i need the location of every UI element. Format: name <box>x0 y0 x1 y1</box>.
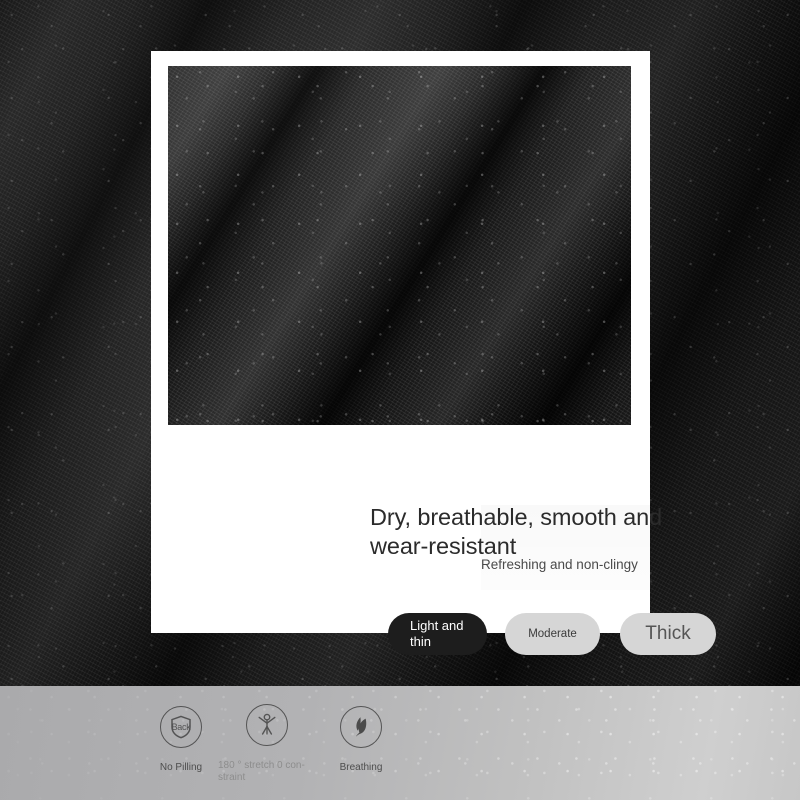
thickness-option-label: Thick <box>645 623 691 644</box>
feature-bar-texture <box>0 686 800 800</box>
thickness-option-label: Moderate <box>528 628 577 640</box>
thickness-option-moderate[interactable]: Moderate <box>505 613 600 655</box>
product-detail-screen: Dry, breathable, smooth and wear-resista… <box>0 0 800 800</box>
leaf-icon <box>356 717 367 737</box>
photo-texture-speckle <box>168 66 631 425</box>
thickness-option-group: Light and thin Moderate Thick <box>388 613 728 655</box>
feature-icon-ring <box>246 704 288 746</box>
feature-icon-ring <box>340 706 382 748</box>
shield-icon-label: Back <box>171 722 191 732</box>
feature-label: Breathing <box>339 762 383 773</box>
fabric-closeup-photo <box>168 66 631 425</box>
thickness-option-label: Light and thin <box>410 618 464 649</box>
feature-label: No Pilling <box>159 762 203 773</box>
feature-label: 180 ° stretch 0 con-straint <box>218 760 305 783</box>
thickness-option-light-and-thin[interactable]: Light and thin <box>388 613 487 655</box>
feature-bar: Back No Pilling 180 ° stretch 0 con-stra… <box>0 686 800 800</box>
stretch-person-icon <box>258 713 276 735</box>
feature-icon-ring: Back <box>160 706 202 748</box>
page-title: Dry, breathable, smooth and wear-resista… <box>370 504 663 560</box>
thickness-option-thick[interactable]: Thick <box>620 613 716 655</box>
product-card: Dry, breathable, smooth and wear-resista… <box>151 51 726 655</box>
shield-icon: Back <box>168 714 194 740</box>
subtitle: Refreshing and non-clingy <box>481 557 638 572</box>
